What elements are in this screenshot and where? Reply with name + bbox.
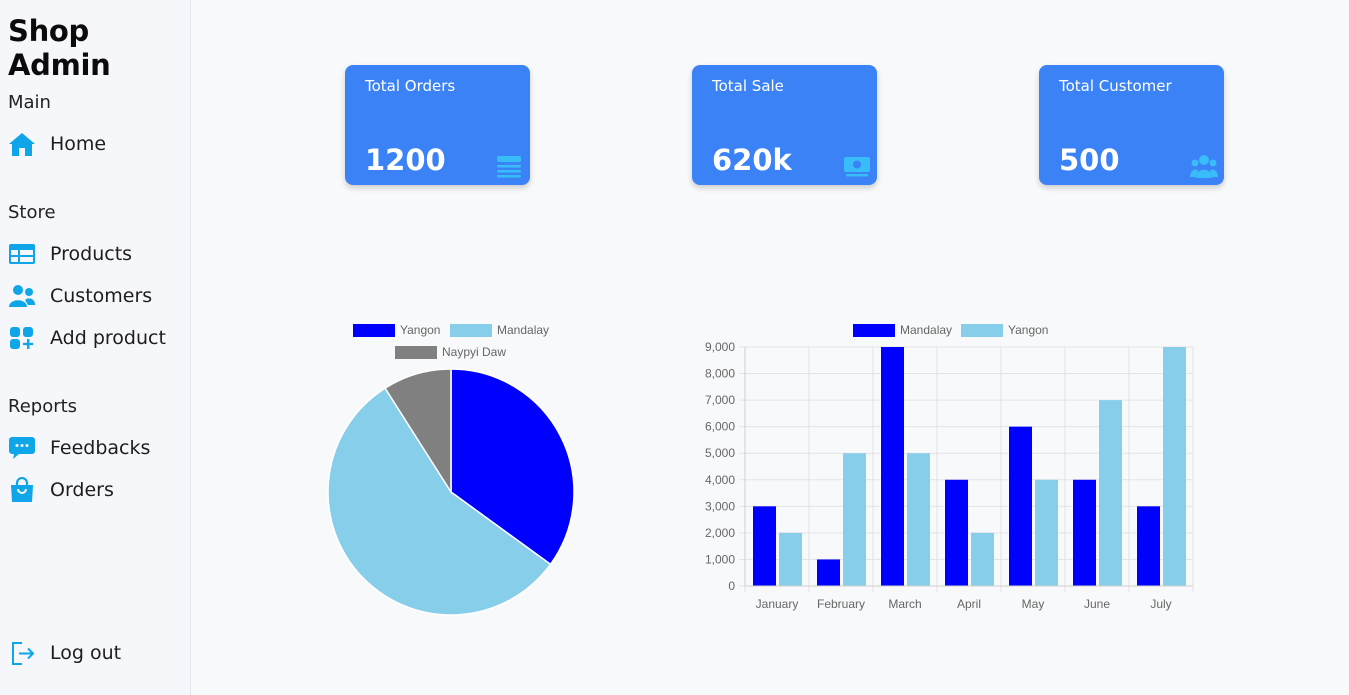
y-tick-label: 1,000 <box>705 552 735 566</box>
sidebar-item-home[interactable]: Home <box>8 128 106 160</box>
legend-label: Yangon <box>1008 323 1049 337</box>
legend-swatch <box>395 345 437 359</box>
y-tick-label: 8,000 <box>705 367 735 381</box>
logout-icon <box>8 639 38 667</box>
pie-legend-item[interactable]: Mandalay <box>450 323 549 337</box>
pie-legend-item[interactable]: Yangon <box>353 323 440 337</box>
sidebar-item-label: Add product <box>50 327 166 349</box>
stat-card-orders: Total Orders 1200 <box>345 65 530 185</box>
shopping-bag-icon <box>8 476 38 504</box>
sidebar-item-label: Orders <box>50 479 114 501</box>
section-main: Main <box>8 92 51 113</box>
legend-swatch <box>450 323 492 337</box>
sidebar-item-label: Products <box>50 243 133 265</box>
section-store: Store <box>8 202 56 223</box>
legend-label: Mandalay <box>900 323 953 337</box>
bar-mandalay[interactable] <box>817 559 840 586</box>
brand-title: Shop Admin <box>8 14 111 82</box>
bar-yangon[interactable] <box>843 453 866 586</box>
users-icon <box>8 282 38 310</box>
x-tick-label: February <box>817 597 865 611</box>
sidebar: Shop Admin Main Home Store Products Cust… <box>0 0 191 695</box>
sidebar-item-add-product[interactable]: Add product <box>8 322 166 354</box>
legend-swatch <box>353 323 395 337</box>
bar-chart-canvas: 0 1,000 2,000 3,000 4,000 5,000 6,000 7,000 8,00… <box>705 340 1194 611</box>
y-tick-label: 2,000 <box>705 526 735 540</box>
bar-yangon[interactable] <box>907 453 930 586</box>
y-tick-label: 6,000 <box>705 420 735 434</box>
grid-plus-icon <box>8 324 38 352</box>
sidebar-item-label: Log out <box>50 642 122 664</box>
y-tick-label: 3,000 <box>705 499 735 513</box>
sidebar-item-feedbacks[interactable]: Feedbacks <box>8 432 150 464</box>
customers-icon <box>1190 153 1218 179</box>
x-tick-label: April <box>957 597 981 611</box>
legend-swatch <box>961 323 1003 337</box>
bar-mandalay[interactable] <box>1073 479 1096 586</box>
bar-yangon[interactable] <box>1099 400 1122 586</box>
sidebar-item-orders[interactable]: Orders <box>8 474 114 506</box>
card-title: Total Sale <box>712 77 784 95</box>
home-icon <box>8 130 38 158</box>
section-reports: Reports <box>8 396 78 417</box>
legend-label: Naypyi Daw <box>442 345 507 359</box>
bar-yangon[interactable] <box>1035 479 1058 586</box>
bar-mandalay[interactable] <box>881 347 904 586</box>
sidebar-item-label: Feedbacks <box>50 437 151 459</box>
legend-label: Mandalay <box>497 323 550 337</box>
bar-mandalay[interactable] <box>1009 426 1032 586</box>
card-title: Total Orders <box>365 77 456 95</box>
x-tick-label: July <box>1150 597 1171 611</box>
y-tick-label: 4,000 <box>705 473 735 487</box>
pie-legend-item[interactable]: Naypyi Daw <box>395 345 506 359</box>
pie-chart-canvas <box>327 368 575 616</box>
y-tick-label: 7,000 <box>705 393 735 407</box>
table-icon <box>8 240 38 268</box>
y-tick-label: 0 <box>728 579 735 593</box>
bar-mandalay[interactable] <box>945 479 968 586</box>
chat-icon <box>8 434 38 462</box>
legend-label: Yangon <box>400 323 441 337</box>
y-tick-label: 5,000 <box>705 446 735 460</box>
stat-card-customers: Total Customer 500 <box>1039 65 1224 185</box>
sidebar-item-products[interactable]: Products <box>8 238 132 270</box>
x-tick-label: March <box>888 597 921 611</box>
bar-mandalay[interactable] <box>753 506 776 586</box>
stat-card-sale: Total Sale 620k <box>692 65 877 185</box>
y-tick-label: 9,000 <box>705 340 735 354</box>
bar-yangon[interactable] <box>1163 347 1186 586</box>
bar-legend-item[interactable]: Yangon <box>961 323 1048 337</box>
bar-mandalay[interactable] <box>1137 506 1160 586</box>
sidebar-item-customers[interactable]: Customers <box>8 280 152 312</box>
x-tick-label: January <box>756 597 799 611</box>
card-value: 1200 <box>365 143 446 177</box>
sidebar-item-label: Customers <box>50 285 153 307</box>
sidebar-item-label: Home <box>50 133 107 155</box>
card-value: 500 <box>1059 143 1120 177</box>
card-title: Total Customer <box>1059 77 1172 95</box>
x-tick-label: May <box>1022 597 1045 611</box>
bar-yangon[interactable] <box>779 532 802 586</box>
sidebar-item-logout[interactable]: Log out <box>8 637 121 669</box>
list-icon <box>496 153 522 179</box>
legend-swatch <box>853 323 895 337</box>
bar-yangon[interactable] <box>971 532 994 586</box>
money-icon <box>843 153 870 179</box>
card-value: 620k <box>712 143 792 177</box>
x-tick-label: June <box>1084 597 1110 611</box>
bar-legend-item[interactable]: Mandalay <box>853 323 952 337</box>
